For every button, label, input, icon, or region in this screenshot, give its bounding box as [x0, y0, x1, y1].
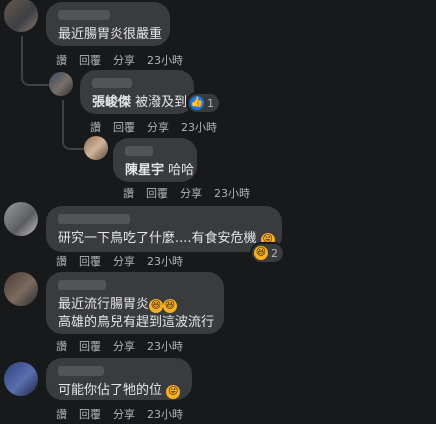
comment-actions: 讚回覆 分享 23小時 [90, 119, 217, 135]
reaction-count: 2 [271, 246, 278, 260]
reply-connector [21, 56, 49, 86]
avatar[interactable] [84, 136, 108, 160]
comment-actions: 讚回覆 分享 23小時 [123, 185, 250, 201]
comment-bubble: 張峻傑 被潑及到 [80, 70, 194, 114]
like-link[interactable]: 讚 [56, 340, 67, 353]
comment-bubble: 研究一下鳥吃了什麼....有食安危機 😜 [46, 206, 282, 252]
comment-bubble: 最近流行腸胃炎 😆 😆 高雄的鳥兒有趕到這波流行 [46, 272, 224, 334]
timestamp[interactable]: 23小時 [147, 340, 183, 353]
timestamp[interactable]: 23小時 [214, 187, 250, 200]
blurred-author-name[interactable] [125, 146, 153, 156]
comment-actions: 讚回覆 分享 23小時 [56, 253, 183, 269]
reply-link[interactable]: 回覆 [146, 187, 168, 200]
tagged-name[interactable]: 張峻傑 [92, 95, 131, 110]
reply-link[interactable]: 回覆 [79, 255, 101, 268]
comment-bubble: 最近腸胃炎很嚴重 [46, 2, 170, 46]
reply-link[interactable]: 回覆 [113, 121, 135, 134]
avatar[interactable] [4, 272, 38, 306]
share-link[interactable]: 分享 [113, 408, 135, 421]
comment-text: 可能你佔了牠的位 😜 [58, 382, 181, 400]
reply-connector [62, 100, 84, 150]
timestamp[interactable]: 23小時 [147, 255, 183, 268]
comment-actions: 讚回覆 分享 23小時 [56, 52, 183, 68]
like-link[interactable]: 讚 [56, 54, 67, 67]
like-link[interactable]: 讚 [56, 408, 67, 421]
timestamp[interactable]: 23小時 [147, 54, 183, 67]
reply-link[interactable]: 回覆 [79, 408, 101, 421]
comment-text-line-2: 高雄的鳥兒有趕到這波流行 [58, 315, 215, 330]
blurred-author-name[interactable] [58, 366, 104, 376]
laughing-face-icon: 😆 [254, 246, 268, 260]
comment-text-line-1: 最近流行腸胃炎 😆 😆 [58, 296, 212, 314]
avatar[interactable] [4, 362, 38, 396]
comment-text: 最近腸胃炎很嚴重 [58, 27, 163, 42]
share-link[interactable]: 分享 [113, 255, 135, 268]
comment-body: 可能你佔了牠的位 [58, 383, 163, 398]
share-link[interactable]: 分享 [113, 340, 135, 353]
timestamp[interactable]: 23小時 [147, 408, 183, 421]
blurred-author-name[interactable] [92, 78, 132, 88]
reaction-badge[interactable]: 👍 1 [188, 94, 219, 112]
thumbs-up-icon: 👍 [190, 96, 204, 110]
avatar[interactable] [4, 202, 38, 236]
comment-bubble: 可能你佔了牠的位 😜 [46, 358, 192, 400]
blurred-author-name[interactable] [58, 214, 130, 224]
reply-link[interactable]: 回覆 [79, 340, 101, 353]
reply-link[interactable]: 回覆 [79, 54, 101, 67]
timestamp[interactable]: 23小時 [181, 121, 217, 134]
tagged-name[interactable]: 陳星宇 [125, 163, 164, 178]
blurred-author-name[interactable] [58, 280, 106, 290]
like-link[interactable]: 讚 [123, 187, 134, 200]
laughing-face-icon: 😆 [163, 299, 178, 313]
share-link[interactable]: 分享 [180, 187, 202, 200]
comment-text: 張峻傑 被潑及到 [92, 94, 187, 112]
reaction-count: 1 [207, 96, 214, 110]
avatar[interactable] [49, 72, 73, 96]
comment-text: 研究一下鳥吃了什麼....有食安危機 😜 [58, 230, 275, 248]
laughing-face-icon: 😆 [149, 299, 164, 313]
comment-body: 被潑及到 [135, 95, 188, 110]
comment-body: 研究一下鳥吃了什麼....有食安危機 [58, 231, 257, 246]
like-link[interactable]: 讚 [90, 121, 101, 134]
comment-body: 最近流行腸胃炎 [58, 297, 150, 312]
like-link[interactable]: 讚 [56, 255, 67, 268]
comment-bubble: 陳星宇 哈哈 [113, 138, 197, 182]
comment-text: 陳星宇 哈哈 [125, 162, 194, 180]
reaction-badge[interactable]: 😆 2 [252, 244, 283, 262]
comment-body: 哈哈 [168, 163, 195, 178]
share-link[interactable]: 分享 [147, 121, 169, 134]
comment-actions: 讚回覆 分享 23小時 [56, 338, 183, 354]
comment-actions: 讚回覆 分享 23小時 [56, 406, 183, 422]
winking-face-icon: 😜 [166, 385, 181, 399]
avatar[interactable] [4, 0, 38, 32]
share-link[interactable]: 分享 [113, 54, 135, 67]
blurred-author-name[interactable] [58, 10, 110, 20]
